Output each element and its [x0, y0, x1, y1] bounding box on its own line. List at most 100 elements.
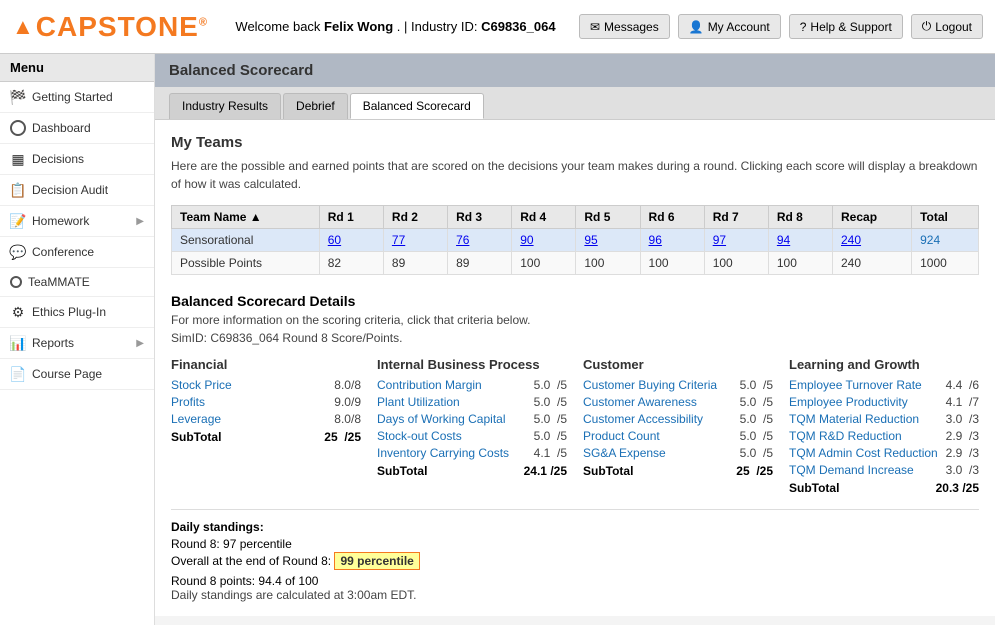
tab-balanced-scorecard[interactable]: Balanced Scorecard	[350, 93, 484, 119]
col-rd3: Rd 3	[448, 206, 512, 229]
sidebar-item-teammate[interactable]: TeaMMATE	[0, 268, 154, 297]
scorecard-details-title: Balanced Scorecard Details	[171, 293, 979, 309]
internal-category: Internal Business Process Contribution M…	[377, 357, 567, 495]
sidebar-item-decisions[interactable]: ▦ Decisions	[0, 144, 154, 175]
cell-possible-rd2: 89	[383, 252, 447, 275]
product-count-link[interactable]: Product Count	[583, 429, 736, 443]
customer-buying-criteria-val: 5.0 /5	[740, 378, 773, 392]
tqm-material-link[interactable]: TQM Material Reduction	[789, 412, 942, 426]
tab-debrief[interactable]: Debrief	[283, 93, 348, 119]
sidebar-item-label: Ethics Plug-In	[32, 305, 106, 319]
logout-button[interactable]: ⏻ Logout	[911, 14, 983, 39]
messages-button[interactable]: ✉ Messages	[579, 14, 670, 39]
cell-possible-rd7: 100	[704, 252, 768, 275]
plant-utilization-val: 5.0 /5	[534, 395, 567, 409]
cell-rd1[interactable]: 60	[319, 229, 383, 252]
score-item: Customer Awareness 5.0 /5	[583, 395, 773, 409]
sidebar-item-label: Reports	[32, 336, 74, 350]
logo-accent: C	[36, 11, 57, 42]
cell-recap[interactable]: 240	[833, 229, 912, 252]
sidebar-item-conference[interactable]: 💬 Conference	[0, 237, 154, 268]
tqm-demand-link[interactable]: TQM Demand Increase	[789, 463, 942, 477]
separator: . |	[397, 19, 411, 34]
score-item: Employee Turnover Rate 4.4 /6	[789, 378, 979, 392]
cell-rd4[interactable]: 90	[512, 229, 576, 252]
sidebar-item-decision-audit[interactable]: 📋 Decision Audit	[0, 175, 154, 206]
cell-rd2[interactable]: 77	[383, 229, 447, 252]
leverage-link[interactable]: Leverage	[171, 412, 330, 426]
sidebar-item-homework[interactable]: 📝 Homework ▶	[0, 206, 154, 237]
round-percentile-line: Round 8: 97 percentile	[171, 537, 979, 551]
cell-rd5[interactable]: 95	[576, 229, 640, 252]
cell-possible-recap: 240	[833, 252, 912, 275]
overall-prefix: Overall at the end of Round 8:	[171, 554, 331, 568]
sidebar-item-reports[interactable]: 📊 Reports ▶	[0, 328, 154, 359]
stock-out-costs-val: 5.0 /5	[534, 429, 567, 443]
cell-rd6[interactable]: 96	[640, 229, 704, 252]
cell-rd3[interactable]: 76	[448, 229, 512, 252]
plant-utilization-link[interactable]: Plant Utilization	[377, 395, 530, 409]
col-rd5: Rd 5	[576, 206, 640, 229]
table-header-row: Team Name ▲ Rd 1 Rd 2 Rd 3 Rd 4 Rd 5 Rd …	[172, 206, 979, 229]
cell-possible-rd1: 82	[319, 252, 383, 275]
round-value: 97 percentile	[223, 537, 292, 551]
col-total: Total	[912, 206, 979, 229]
customer-title: Customer	[583, 357, 773, 372]
customer-accessibility-val: 5.0 /5	[740, 412, 773, 426]
help-support-button[interactable]: ? Help & Support	[789, 14, 903, 39]
help-icon: ?	[800, 20, 807, 34]
score-item: Stock Price 8.0/8	[171, 378, 361, 392]
tab-industry-results[interactable]: Industry Results	[169, 93, 281, 119]
employee-turnover-link[interactable]: Employee Turnover Rate	[789, 378, 942, 392]
employee-productivity-val: 4.1 /7	[946, 395, 979, 409]
sidebar-item-ethics-plugin[interactable]: ⚙ Ethics Plug-In	[0, 297, 154, 328]
username: Felix Wong	[324, 19, 393, 34]
cell-possible-total: 1000	[912, 252, 979, 275]
days-working-capital-link[interactable]: Days of Working Capital	[377, 412, 530, 426]
profits-link[interactable]: Profits	[171, 395, 330, 409]
sidebar-item-dashboard[interactable]: Dashboard	[0, 113, 154, 144]
cell-rd8[interactable]: 94	[768, 229, 832, 252]
tqm-rd-link[interactable]: TQM R&D Reduction	[789, 429, 942, 443]
score-item: Leverage 8.0/8	[171, 412, 361, 426]
product-count-val: 5.0 /5	[740, 429, 773, 443]
cell-possible-rd5: 100	[576, 252, 640, 275]
contribution-margin-link[interactable]: Contribution Margin	[377, 378, 530, 392]
employee-productivity-link[interactable]: Employee Productivity	[789, 395, 942, 409]
col-rd7: Rd 7	[704, 206, 768, 229]
tqm-admin-link[interactable]: TQM Admin Cost Reduction	[789, 446, 942, 460]
sidebar-item-course-page[interactable]: 📄 Course Page	[0, 359, 154, 390]
customer-subtotal: SubTotal 25 /25	[583, 464, 773, 478]
cell-possible-rd3: 89	[448, 252, 512, 275]
score-item: Days of Working Capital 5.0 /5	[377, 412, 567, 426]
financial-title: Financial	[171, 357, 361, 372]
sga-expense-link[interactable]: SG&A Expense	[583, 446, 736, 460]
customer-accessibility-link[interactable]: Customer Accessibility	[583, 412, 736, 426]
score-item: TQM R&D Reduction 2.9 /3	[789, 429, 979, 443]
cell-rd7[interactable]: 97	[704, 229, 768, 252]
col-team-name[interactable]: Team Name ▲	[172, 206, 320, 229]
messages-icon: ✉	[590, 20, 600, 34]
sidebar-item-label: Homework	[32, 214, 89, 228]
inventory-carrying-link[interactable]: Inventory Carrying Costs	[377, 446, 530, 460]
daily-standings-title: Daily standings:	[171, 520, 979, 534]
stock-price-val: 8.0/8	[334, 378, 361, 392]
stock-price-link[interactable]: Stock Price	[171, 378, 330, 392]
stock-out-costs-link[interactable]: Stock-out Costs	[377, 429, 530, 443]
industry-label: Industry ID:	[411, 19, 477, 34]
cell-possible-label: Possible Points	[172, 252, 320, 275]
getting-started-icon: 🏁	[10, 89, 26, 105]
score-item: SG&A Expense 5.0 /5	[583, 446, 773, 460]
customer-awareness-link[interactable]: Customer Awareness	[583, 395, 736, 409]
score-item: TQM Admin Cost Reduction 2.9 /3	[789, 446, 979, 460]
sidebar-item-getting-started[interactable]: 🏁 Getting Started	[0, 82, 154, 113]
score-item: Product Count 5.0 /5	[583, 429, 773, 443]
scorecard-details-section: Balanced Scorecard Details For more info…	[171, 293, 979, 495]
sidebar-item-label: Conference	[32, 245, 94, 259]
customer-buying-criteria-link[interactable]: Customer Buying Criteria	[583, 378, 736, 392]
table-row: Sensorational 60 77 76 90 95 96 97 94 24…	[172, 229, 979, 252]
my-account-button[interactable]: 👤 My Account	[678, 14, 781, 39]
inventory-carrying-val: 4.1 /5	[534, 446, 567, 460]
content-area: My Teams Here are the possible and earne…	[155, 120, 995, 616]
page-title-bar: Balanced Scorecard	[155, 54, 995, 87]
